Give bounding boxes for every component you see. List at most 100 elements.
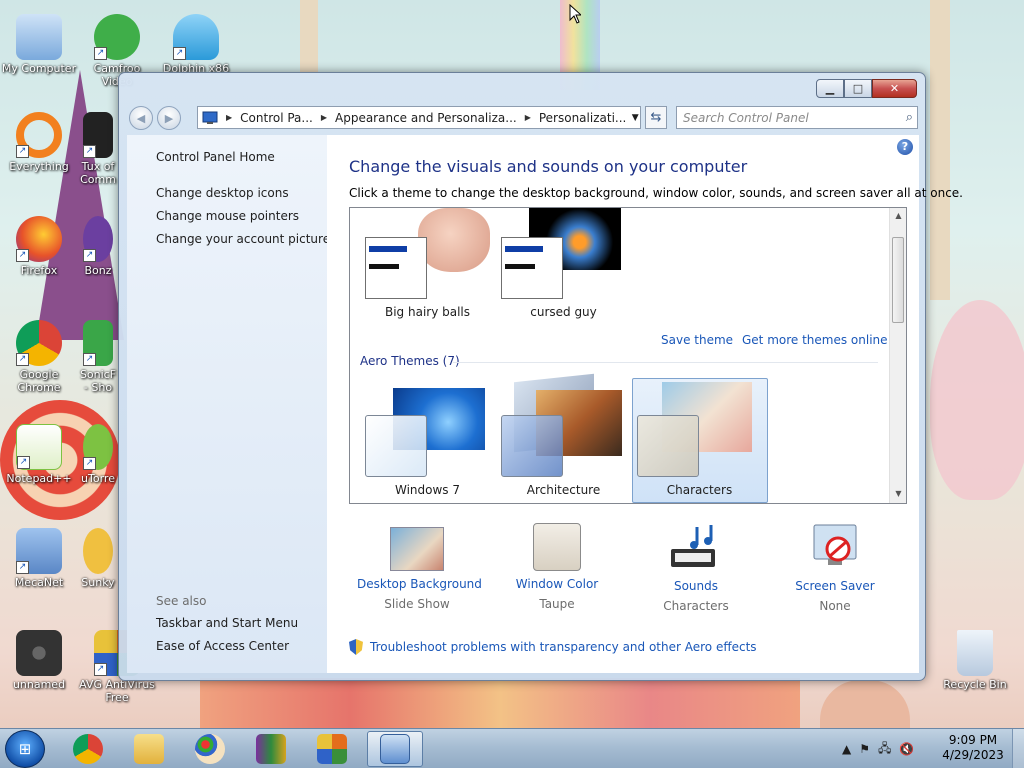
utorrent-icon: ↗: [83, 424, 113, 470]
theme-thumbnail: [418, 208, 490, 272]
scrollbar-thumb[interactable]: [892, 237, 904, 323]
back-button[interactable]: ◀: [129, 106, 153, 130]
theme-architecture[interactable]: Architecture: [496, 373, 631, 503]
address-bar[interactable]: ▶ Control Pa... ▶ Appearance and Persona…: [197, 106, 641, 129]
desktop-icon-unnamed[interactable]: unnamed: [0, 630, 78, 691]
sonic-icon: ↗: [83, 320, 113, 366]
theme-list-scrollbar[interactable]: ▲ ▼: [889, 208, 906, 503]
desktop-icon-tux[interactable]: ↗ Tux of Comm: [78, 112, 118, 186]
wallpaper-trunk: [930, 0, 950, 300]
breadcrumb-appearance[interactable]: Appearance and Personaliza...: [331, 111, 521, 125]
desktop-icon-mecanet[interactable]: ↗ MecaNet: [0, 528, 78, 589]
volume-muted-icon[interactable]: 🔇: [899, 742, 914, 756]
taskbar-start-menu-link[interactable]: Taskbar and Start Menu: [156, 616, 298, 630]
taskbar-winrar[interactable]: [243, 731, 299, 767]
recycle-bin-icon: [957, 630, 993, 676]
desktop-icon-notepadpp[interactable]: ↗ Notepad++: [0, 424, 78, 485]
screen-saver-icon: [806, 523, 864, 573]
control-panel-icon: [198, 111, 222, 125]
start-button[interactable]: ⊞: [5, 730, 45, 768]
action-center-icon[interactable]: ⚑: [859, 742, 870, 756]
screen-saver-option[interactable]: Screen Saver None: [775, 523, 895, 613]
maximize-button[interactable]: □: [844, 79, 872, 98]
theme-windows-7[interactable]: Windows 7: [360, 378, 495, 503]
main-pane: ? Change the visuals and sounds on your …: [327, 135, 963, 673]
change-desktop-icons-link[interactable]: Change desktop icons: [156, 186, 289, 200]
troubleshoot-link[interactable]: Troubleshoot problems with transparency …: [370, 640, 757, 654]
change-mouse-pointers-link[interactable]: Change mouse pointers: [156, 209, 299, 223]
help-icon[interactable]: ?: [897, 139, 913, 155]
desktop-background-option[interactable]: Desktop Background Slide Show: [357, 523, 482, 611]
chrome-icon: [73, 734, 103, 764]
desktop-icon-utorrent[interactable]: ↗ uTorre: [78, 424, 118, 485]
taskbar-explorer[interactable]: [121, 731, 177, 767]
windows-logo-icon: ⊞: [18, 740, 32, 758]
theme-big-hairy-balls[interactable]: Big hairy balls: [360, 208, 495, 323]
chrome-icon: ↗: [16, 320, 62, 366]
window-preview-icon: [501, 237, 563, 299]
bonzi-icon: ↗: [83, 216, 113, 262]
aero-themes-header: Aero Themes (7): [360, 354, 460, 368]
scroll-down-icon[interactable]: ▼: [890, 489, 906, 498]
caption-buttons: ▁ □ ✕: [816, 79, 917, 98]
sounds-option[interactable]: Sounds Characters: [636, 523, 756, 613]
save-theme-link[interactable]: Save theme: [661, 333, 733, 347]
window-preview-icon: [365, 237, 427, 299]
desktop-icon-bonzi[interactable]: ↗ Bonz: [78, 216, 118, 277]
see-also-label: See also: [156, 594, 207, 608]
aero-divider: [453, 362, 878, 363]
get-more-themes-link[interactable]: Get more themes online: [742, 333, 888, 347]
winrar-icon: [256, 734, 286, 764]
desktop-icon-sunky[interactable]: Sunky: [78, 528, 118, 589]
taskbar-avg[interactable]: [304, 731, 360, 767]
desktop-icon-firefox[interactable]: ↗ Firefox: [0, 216, 78, 277]
address-dropdown-icon[interactable]: ▼: [630, 113, 640, 123]
theme-cursed-guy[interactable]: cursed guy: [496, 208, 631, 323]
desktop-icon-sonic[interactable]: ↗ SonicF - Sho: [78, 320, 118, 394]
left-pane: Control Panel Home Change desktop icons …: [127, 135, 330, 673]
change-account-picture-link[interactable]: Change your account picture: [156, 232, 330, 246]
taskbar-chrome[interactable]: [60, 731, 116, 767]
desktop: My Computer ↗ Camfroo Video ↗ Dolphin x8…: [0, 0, 1024, 728]
breadcrumb-control-panel[interactable]: Control Pa...: [236, 111, 317, 125]
show-hidden-icons-icon[interactable]: ▲: [842, 742, 851, 756]
sounds-icon: [667, 523, 725, 573]
desktop-icon-chrome[interactable]: ↗ Google Chrome: [0, 320, 78, 394]
refresh-button[interactable]: ⇆: [645, 106, 667, 129]
window-color-option[interactable]: Window Color Taupe: [497, 523, 617, 611]
show-desktop-button[interactable]: [1012, 729, 1024, 768]
ease-of-access-link[interactable]: Ease of Access Center: [156, 639, 289, 653]
minimize-button[interactable]: ▁: [816, 79, 844, 98]
wallpaper-cupcake: [820, 680, 910, 728]
theme-list: Big hairy balls cursed guy Save theme Ge…: [349, 207, 907, 504]
desktop-icon-dolphin[interactable]: ↗ Dolphin x86: [157, 14, 235, 75]
breadcrumb-personalization[interactable]: Personalizati...: [535, 111, 630, 125]
search-input[interactable]: Search Control Panel ⌕: [676, 106, 918, 129]
avg-icon: [317, 734, 347, 764]
forward-button[interactable]: ▶: [157, 106, 181, 130]
fidget-spinner-icon: [16, 630, 62, 676]
mecanet-icon: ↗: [16, 528, 62, 574]
taskbar-paint[interactable]: [182, 731, 238, 767]
theme-characters[interactable]: Characters: [632, 378, 767, 503]
troubleshoot-link-row[interactable]: Troubleshoot problems with transparency …: [349, 639, 757, 655]
paint-icon: [195, 734, 225, 764]
folder-icon: [134, 734, 164, 764]
network-icon[interactable]: 🖧: [878, 739, 891, 760]
wallpaper-leaf: [930, 300, 1024, 500]
mouse-cursor-icon: [569, 4, 581, 24]
window-preview-icon: [637, 415, 699, 477]
scroll-up-icon[interactable]: ▲: [890, 211, 906, 220]
system-tray: ▲ ⚑ 🖧 🔇: [842, 733, 914, 765]
search-icon[interactable]: ⌕: [906, 110, 913, 125]
control-panel-home-link[interactable]: Control Panel Home: [156, 150, 275, 164]
desktop-icon-my-computer[interactable]: My Computer: [0, 14, 78, 75]
breadcrumb-separator-icon: ▶: [226, 113, 233, 122]
clock[interactable]: 9:09 PM 4/29/2023: [936, 733, 1010, 763]
desktop-icon-everything[interactable]: ↗ Everything: [0, 112, 78, 173]
close-button[interactable]: ✕: [872, 79, 917, 98]
personalization-window: ▁ □ ✕ ◀ ▶ ▶ Control Pa... ▶ Appearance a…: [118, 72, 963, 681]
everything-icon: ↗: [16, 112, 62, 158]
taskbar-control-panel[interactable]: [367, 731, 423, 767]
desktop-icon-recycle-bin[interactable]: Recycle Bin: [936, 630, 1014, 691]
